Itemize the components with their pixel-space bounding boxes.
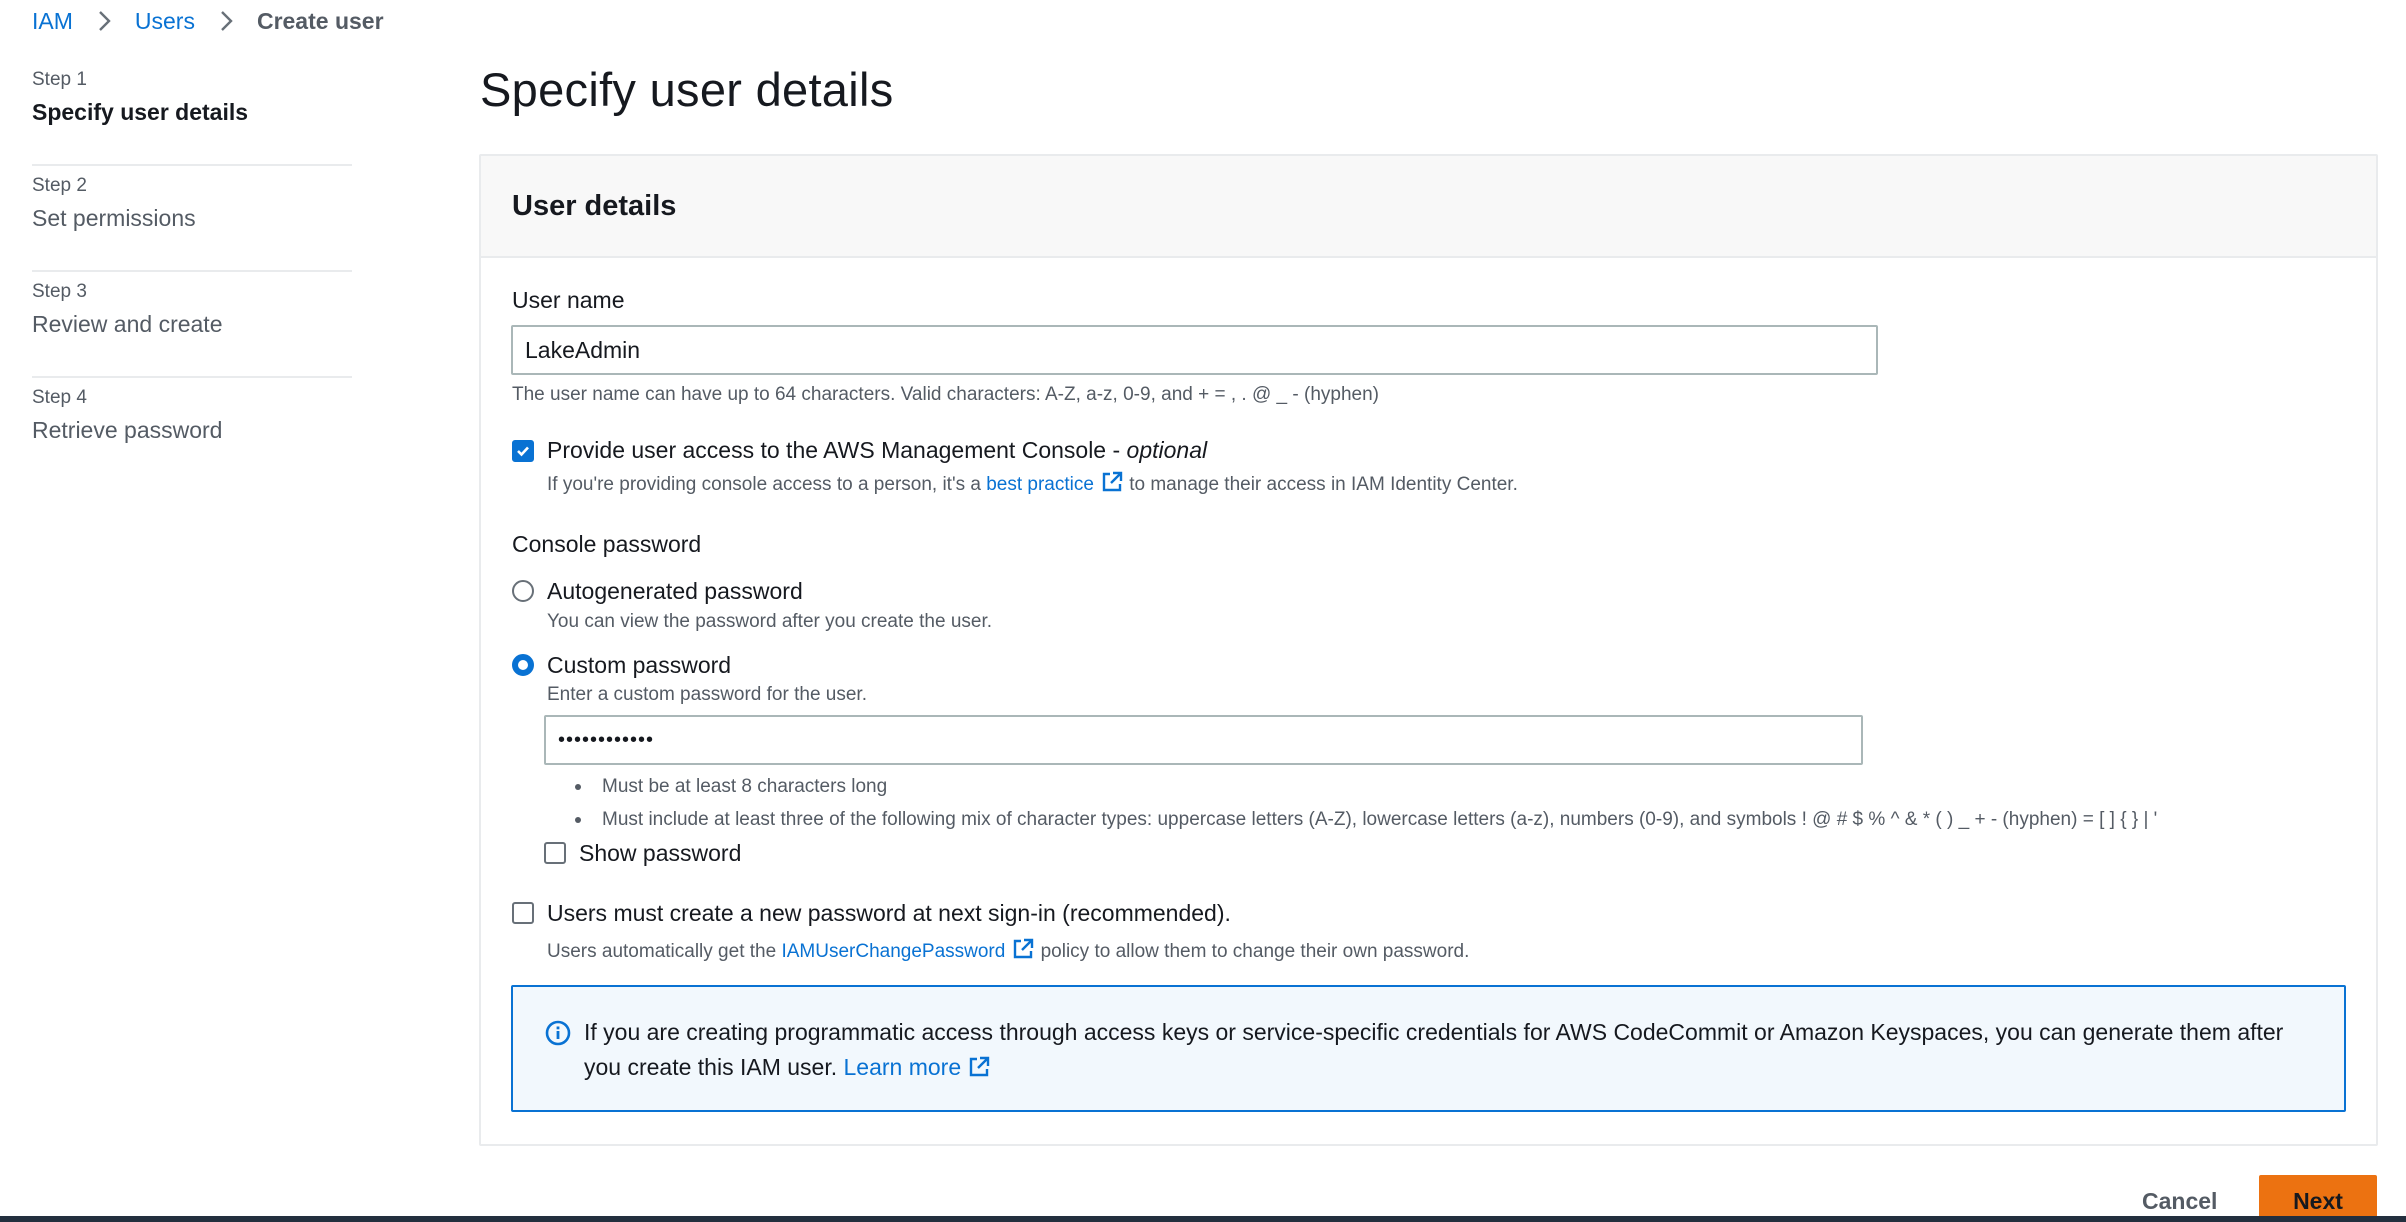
password-rules: Must be at least 8 characters long Must … xyxy=(573,770,2157,836)
wizard-steps: Step 1 Specify user details Step 2 Set p… xyxy=(32,60,352,482)
step-number: Step 1 xyxy=(32,69,87,90)
step-title: Review and create xyxy=(32,311,223,337)
cancel-button[interactable]: Cancel xyxy=(2142,1188,2217,1215)
breadcrumb-users[interactable]: Users xyxy=(135,8,195,35)
breadcrumb-current: Create user xyxy=(256,7,384,34)
wizard-step-2[interactable]: Step 2 Set permissions xyxy=(32,166,352,272)
custom-password-input[interactable]: •••••••••••• xyxy=(544,715,1863,765)
password-value: •••••••••••• xyxy=(558,728,655,751)
checkmark-icon xyxy=(517,446,529,457)
console-password-label: Console password xyxy=(512,531,702,557)
learn-more-link[interactable]: Learn more xyxy=(844,1054,962,1080)
custom-password-radio[interactable] xyxy=(512,654,534,676)
username-label: User name xyxy=(512,287,625,313)
step-title: Specify user details xyxy=(32,99,249,125)
console-access-hint: If you're providing console access to a … xyxy=(547,470,1518,496)
external-link-icon xyxy=(969,1056,990,1077)
iam-user-change-password-link[interactable]: IAMUserChangePassword xyxy=(781,941,1005,962)
show-password-checkbox[interactable] xyxy=(544,842,566,864)
panel-header: User details xyxy=(481,156,2376,258)
step-number: Step 4 xyxy=(32,387,87,408)
bottom-bar xyxy=(0,1216,2406,1222)
optional-tag: optional xyxy=(1126,437,1208,463)
username-input[interactable]: LakeAdmin xyxy=(511,325,1878,375)
step-number: Step 3 xyxy=(32,281,87,302)
info-alert: If you are creating programmatic access … xyxy=(511,985,2346,1112)
panel-title: User details xyxy=(512,189,677,222)
password-rule: Must be at least 8 characters long xyxy=(573,770,2157,803)
wizard-step-1[interactable]: Step 1 Specify user details xyxy=(32,60,352,166)
best-practice-link[interactable]: best practice xyxy=(986,474,1094,495)
wizard-step-3[interactable]: Step 3 Review and create xyxy=(32,272,352,378)
autogenerated-password-radio[interactable] xyxy=(512,580,534,602)
username-value: LakeAdmin xyxy=(525,336,641,363)
info-icon xyxy=(545,1020,571,1046)
password-rule: Must include at least three of the follo… xyxy=(573,803,2157,836)
breadcrumb-iam[interactable]: IAM xyxy=(32,8,73,35)
external-link-icon xyxy=(1102,471,1123,492)
console-access-label: Provide user access to the AWS Managemen… xyxy=(547,437,1208,463)
chevron-right-icon xyxy=(221,11,233,31)
step-title: Set permissions xyxy=(32,205,196,231)
username-hint: The user name can have up to 64 characte… xyxy=(512,384,1379,405)
custom-password-label: Custom password xyxy=(547,652,732,678)
step-number: Step 2 xyxy=(32,175,87,196)
breadcrumb: IAM Users Create user xyxy=(32,4,384,38)
next-button[interactable]: Next xyxy=(2259,1175,2377,1222)
chevron-right-icon xyxy=(99,11,111,31)
wizard-step-4[interactable]: Step 4 Retrieve password xyxy=(32,378,352,452)
require-password-reset-label: Users must create a new password at next… xyxy=(547,900,1231,926)
console-access-checkbox[interactable] xyxy=(512,440,534,462)
info-alert-text: If you are creating programmatic access … xyxy=(584,1019,2284,1080)
page-title: Specify user details xyxy=(480,63,894,116)
autogenerated-password-label: Autogenerated password xyxy=(547,578,803,604)
autogenerated-password-hint: You can view the password after you crea… xyxy=(547,611,993,632)
external-link-icon xyxy=(1014,938,1034,959)
require-password-reset-hint: Users automatically get the IAMUserChang… xyxy=(547,937,1469,963)
require-password-reset-checkbox[interactable] xyxy=(512,902,534,924)
step-title: Retrieve password xyxy=(32,417,223,443)
custom-password-hint: Enter a custom password for the user. xyxy=(547,684,867,705)
show-password-label: Show password xyxy=(579,840,742,866)
